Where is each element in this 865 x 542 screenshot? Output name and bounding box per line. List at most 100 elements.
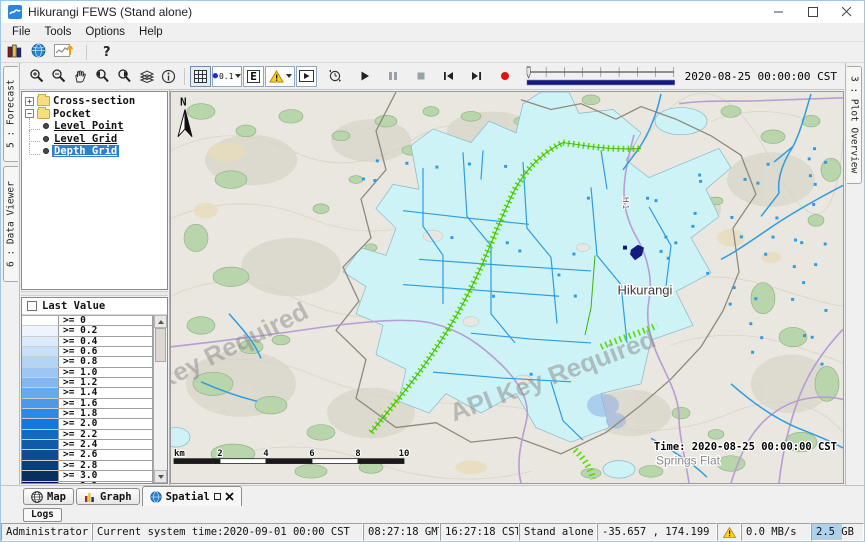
menu-file[interactable]: File	[5, 26, 38, 38]
svg-text:8: 8	[355, 449, 360, 459]
node-bullet-icon	[43, 123, 49, 129]
last-value-checkbox[interactable]	[27, 301, 37, 311]
animation-settings-icon[interactable]	[324, 66, 345, 87]
window-controls	[762, 1, 864, 23]
menu-options[interactable]: Options	[78, 26, 132, 38]
tab-plot-overview[interactable]: 3 : Plot Overview	[847, 66, 862, 184]
close-button[interactable]	[830, 1, 864, 23]
legend-row[interactable]: >= 3.0	[22, 471, 153, 481]
zoom-in-icon[interactable]	[26, 66, 47, 87]
logs-button[interactable]: Logs	[23, 508, 62, 522]
menu-help[interactable]: Help	[132, 26, 170, 38]
warning-dropdown-button[interactable]	[265, 66, 295, 87]
menu-tools[interactable]: Tools	[38, 26, 79, 38]
status-system-time: Current system time:2020-09-01 00:00 CST	[92, 523, 363, 541]
globe-icon[interactable]	[31, 43, 46, 62]
time-slider[interactable]	[526, 65, 676, 87]
legend-panel: Last Value >= 0>= 0.2>= 0.4>= 0.6>= 0.8>…	[21, 297, 168, 484]
tree-item-depth-grid[interactable]: Depth Grid	[25, 145, 167, 158]
scroll-down-icon[interactable]	[154, 470, 167, 483]
warning-icon	[723, 527, 736, 538]
record-button[interactable]	[494, 66, 515, 87]
legend-swatch	[22, 399, 59, 409]
last-value-row: Last Value	[22, 298, 167, 315]
spatial-globe-icon	[150, 491, 162, 503]
svg-text:N: N	[180, 96, 187, 109]
logs-row: Logs	[1, 506, 864, 523]
tab-spatial-label: Spatial	[166, 491, 210, 503]
animation-panel-button[interactable]	[296, 66, 317, 87]
scroll-up-icon[interactable]	[154, 315, 167, 328]
tree-label: Level Point	[52, 120, 126, 132]
left-tab-strip: 5 : Forecast 6 : Data Viewer	[1, 63, 19, 485]
right-tab-strip: 3 : Plot Overview	[846, 63, 864, 485]
toolbar-separator	[184, 68, 185, 85]
current-time-label: 2020-08-25 00:00:00 CST	[685, 70, 837, 83]
main-area: 5 : Forecast 6 : Data Viewer ●0.1 E	[1, 62, 864, 485]
tree-elbow	[29, 130, 40, 142]
pan-hand-icon[interactable]	[70, 66, 91, 87]
maximize-button[interactable]	[796, 1, 830, 23]
chevron-down-icon	[235, 74, 241, 78]
legend-scrollbar[interactable]	[153, 315, 167, 483]
scroll-thumb[interactable]	[155, 328, 166, 362]
legend-list: >= 0>= 0.2>= 0.4>= 0.6>= 0.8>= 1.0>= 1.2…	[22, 315, 153, 483]
database-icon[interactable]	[7, 43, 23, 62]
pause-button[interactable]	[382, 66, 403, 87]
tree-item-pocket[interactable]: − Pocket	[25, 108, 167, 121]
map-globe-icon	[31, 491, 43, 503]
tab-graph[interactable]: Graph	[76, 488, 140, 505]
tab-spatial[interactable]: Spatial	[142, 486, 242, 506]
tab-forecast[interactable]: 5 : Forecast	[3, 66, 18, 162]
node-bullet-icon	[43, 148, 49, 154]
grid-display-button[interactable]	[190, 66, 211, 87]
panel-splitter[interactable]	[21, 291, 168, 296]
skip-to-end-button[interactable]	[466, 66, 487, 87]
close-tab-icon[interactable]	[225, 492, 234, 501]
map-canvas[interactable]: API Key Required API Key Required Hikura…	[171, 92, 843, 483]
status-memory: 2.5 GB	[811, 523, 864, 541]
expand-icon[interactable]: +	[25, 97, 34, 106]
tree-item-level-grid[interactable]: Level Grid	[25, 133, 167, 146]
svg-text:4: 4	[263, 449, 268, 459]
svg-text:2: 2	[217, 449, 222, 459]
app-logo-icon	[8, 5, 22, 19]
bar-chart-icon	[84, 491, 96, 503]
legend-swatch	[22, 471, 59, 481]
contour-interval-dropdown[interactable]: ●0.1	[212, 66, 242, 87]
legend-swatch	[22, 378, 59, 388]
zoom-previous-icon[interactable]	[92, 66, 113, 87]
minimize-button[interactable]	[762, 1, 796, 23]
layers-icon[interactable]	[136, 66, 157, 87]
tab-map-label: Map	[47, 491, 66, 503]
tab-data-viewer[interactable]: 6 : Data Viewer	[3, 166, 18, 282]
svg-text:km: km	[174, 449, 185, 459]
map-panel[interactable]: API Key Required API Key Required Hikura…	[170, 91, 844, 484]
legend-swatch	[22, 368, 59, 378]
legend-swatch	[22, 409, 59, 419]
skip-to-start-button[interactable]	[438, 66, 459, 87]
tree-item-level-point[interactable]: Level Point	[25, 120, 167, 133]
status-warning[interactable]	[717, 523, 741, 541]
tab-map[interactable]: Map	[23, 488, 74, 505]
legend-label: >= 3.0	[59, 471, 153, 481]
chevron-down-icon	[286, 74, 292, 78]
tab-graph-label: Graph	[100, 491, 132, 503]
label-highway: H 1	[621, 197, 630, 209]
zoom-out-icon[interactable]	[48, 66, 69, 87]
folder-open-icon	[37, 109, 50, 119]
legend-toggle-button[interactable]: E	[243, 66, 264, 87]
legend-row[interactable]: >= 3.2	[22, 482, 153, 485]
restore-panel-icon[interactable]	[214, 493, 221, 500]
legend-swatch	[22, 419, 59, 429]
stop-button[interactable]	[410, 66, 431, 87]
status-mode: Stand alone	[519, 523, 597, 541]
map-time-label: Time: 2020-08-25 00:00:00 CST	[654, 441, 837, 453]
tree-item-cross-section[interactable]: + Cross-section	[25, 95, 167, 108]
help-button[interactable]: ?	[99, 45, 115, 60]
scroll-track[interactable]	[154, 328, 167, 470]
timeseries-icon[interactable]	[54, 42, 74, 62]
info-icon[interactable]	[158, 66, 179, 87]
play-button[interactable]	[354, 66, 375, 87]
zoom-next-icon[interactable]	[114, 66, 135, 87]
